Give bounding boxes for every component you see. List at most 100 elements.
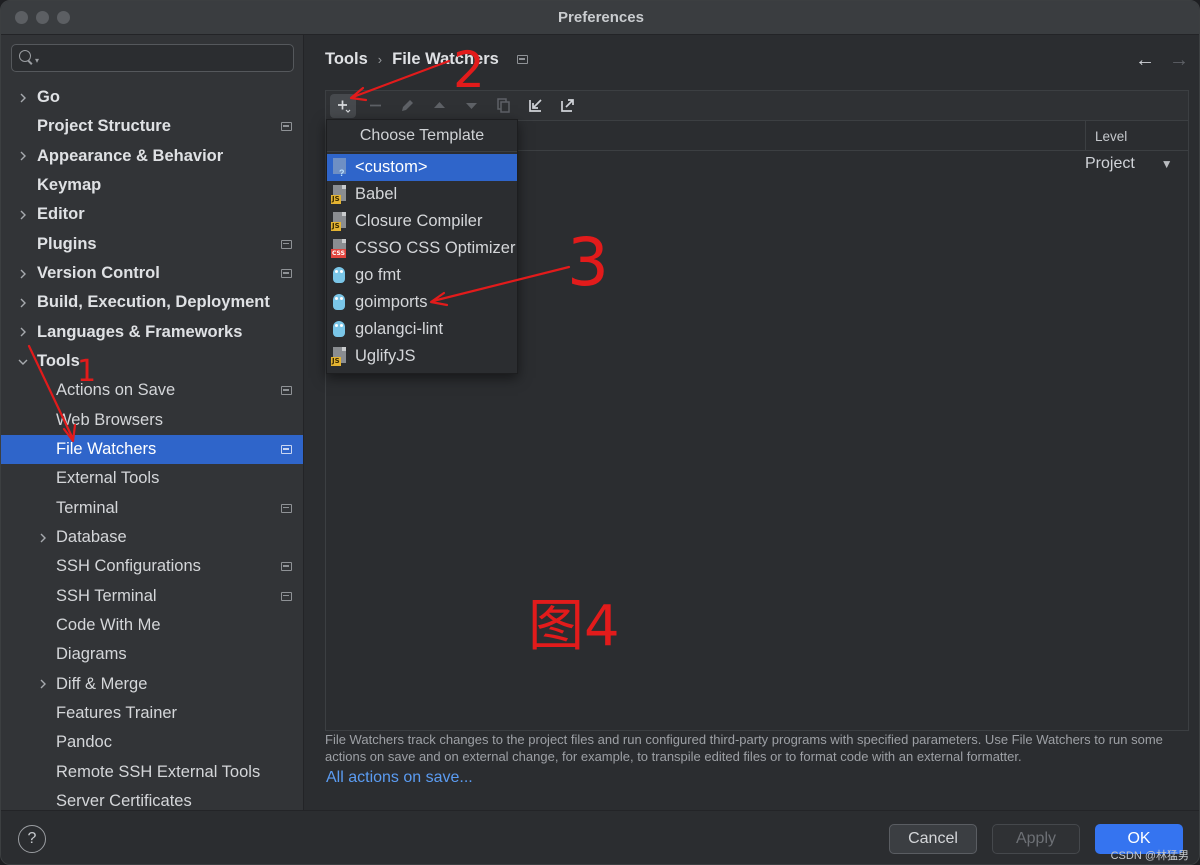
sidebar-item-label: Build, Execution, Deployment bbox=[37, 293, 270, 312]
template-item-label: go fmt bbox=[355, 266, 401, 284]
sidebar-item-label: Appearance & Behavior bbox=[37, 146, 224, 165]
template-item-label: CSSO CSS Optimizer bbox=[355, 239, 516, 257]
pencil-icon bbox=[401, 100, 413, 111]
settings-search-input[interactable] bbox=[43, 47, 293, 69]
template-item[interactable]: JS UglifyJS bbox=[327, 343, 517, 370]
copy-watcher-button[interactable] bbox=[490, 94, 516, 118]
template-item[interactable]: goimports bbox=[327, 289, 517, 316]
sidebar-item-database[interactable]: Database bbox=[1, 523, 303, 552]
sidebar-item-tools[interactable]: Tools bbox=[1, 347, 303, 376]
gopher-icon bbox=[331, 293, 348, 312]
cancel-button[interactable]: Cancel bbox=[889, 824, 977, 854]
sidebar-item-label: Web Browsers bbox=[56, 410, 163, 429]
zoom-window-button[interactable] bbox=[57, 11, 70, 24]
breadcrumb-separator-icon: › bbox=[377, 52, 383, 67]
search-history-caret-icon[interactable]: ▾ bbox=[35, 56, 39, 65]
arrow-up-icon bbox=[433, 102, 445, 108]
custom-file-icon: ? bbox=[331, 158, 348, 178]
level-cell[interactable]: Project ▼ bbox=[1085, 155, 1173, 173]
settings-sidebar: ▾ Go Project Structure Appearance & Behavi… bbox=[1, 35, 304, 810]
breadcrumb-current: File Watchers bbox=[392, 50, 499, 68]
sidebar-item-keymap[interactable]: Keymap bbox=[1, 171, 303, 200]
popup-title: Choose Template bbox=[327, 120, 517, 152]
template-item[interactable]: go fmt bbox=[327, 262, 517, 289]
chevron-right-icon[interactable] bbox=[16, 267, 30, 281]
sidebar-item-code-with-me[interactable]: Code With Me bbox=[1, 611, 303, 640]
sidebar-item-label: Pandoc bbox=[56, 733, 112, 752]
template-item[interactable]: JS Closure Compiler bbox=[327, 208, 517, 235]
sidebar-item-diff-merge[interactable]: Diff & Merge bbox=[1, 670, 303, 699]
all-actions-on-save-link[interactable]: All actions on save... bbox=[326, 769, 473, 787]
sidebar-item-build-execution-deployment[interactable]: Build, Execution, Deployment bbox=[1, 288, 303, 317]
move-down-button[interactable] bbox=[458, 94, 484, 118]
chevron-right-icon[interactable] bbox=[36, 531, 50, 545]
move-up-button[interactable] bbox=[426, 94, 452, 118]
project-level-icon bbox=[281, 122, 292, 132]
chevron-right-icon[interactable] bbox=[16, 296, 30, 310]
sidebar-item-server-certificates[interactable]: Server Certificates bbox=[1, 787, 303, 810]
sidebar-item-features-trainer[interactable]: Features Trainer bbox=[1, 699, 303, 728]
sidebar-item-external-tools[interactable]: External Tools bbox=[1, 464, 303, 493]
copy-icon bbox=[496, 98, 510, 113]
sidebar-item-languages-frameworks[interactable]: Languages & Frameworks bbox=[1, 318, 303, 347]
template-item[interactable]: CSS CSSO CSS Optimizer bbox=[327, 235, 517, 262]
sidebar-item-pandoc[interactable]: Pandoc bbox=[1, 728, 303, 757]
sidebar-item-terminal[interactable]: Terminal bbox=[1, 494, 303, 523]
level-column-header[interactable]: Level bbox=[1085, 121, 1188, 151]
template-item-label: Babel bbox=[355, 185, 398, 203]
sidebar-item-ssh-configurations[interactable]: SSH Configurations bbox=[1, 552, 303, 581]
template-item[interactable]: golangci-lint bbox=[327, 316, 517, 343]
gopher-icon bbox=[331, 320, 348, 339]
level-dropdown-arrow-icon[interactable]: ▼ bbox=[1161, 157, 1173, 171]
js-file-icon: JS bbox=[331, 212, 348, 231]
sidebar-item-appearance-behavior[interactable]: Appearance & Behavior bbox=[1, 142, 303, 171]
template-item[interactable]: JS Babel bbox=[327, 181, 517, 208]
breadcrumb-parent[interactable]: Tools bbox=[325, 50, 368, 69]
sidebar-item-remote-ssh-external-tools[interactable]: Remote SSH External Tools bbox=[1, 758, 303, 787]
sidebar-item-file-watchers[interactable]: File Watchers bbox=[1, 434, 303, 465]
import-button[interactable] bbox=[522, 94, 548, 118]
edit-watcher-button[interactable] bbox=[394, 94, 420, 118]
project-level-icon bbox=[281, 269, 292, 279]
sidebar-item-web-browsers[interactable]: Web Browsers bbox=[1, 406, 303, 435]
project-level-icon bbox=[281, 503, 292, 513]
sidebar-item-plugins[interactable]: Plugins bbox=[1, 230, 303, 259]
project-level-icon bbox=[281, 591, 292, 601]
sidebar-item-label: Keymap bbox=[37, 176, 102, 195]
file-watchers-description: File Watchers track changes to the proje… bbox=[325, 732, 1163, 764]
sidebar-item-label: External Tools bbox=[56, 469, 160, 488]
sidebar-item-label: Remote SSH External Tools bbox=[56, 762, 261, 781]
sidebar-item-go[interactable]: Go bbox=[1, 83, 303, 112]
sidebar-item-label: Diagrams bbox=[56, 645, 127, 664]
template-item[interactable]: ? <custom> bbox=[327, 154, 517, 181]
sidebar-item-diagrams[interactable]: Diagrams bbox=[1, 640, 303, 669]
add-watcher-button[interactable] bbox=[330, 93, 356, 118]
chevron-down-icon[interactable] bbox=[16, 355, 30, 369]
sidebar-item-label: Tools bbox=[37, 352, 80, 371]
forward-arrow-icon[interactable]: → bbox=[1169, 49, 1189, 72]
close-window-button[interactable] bbox=[15, 11, 28, 24]
remove-watcher-button[interactable] bbox=[362, 94, 388, 118]
minimize-window-button[interactable] bbox=[36, 11, 49, 24]
export-button[interactable] bbox=[554, 94, 580, 118]
arrow-down-icon bbox=[465, 103, 477, 109]
sidebar-item-label: File Watchers bbox=[56, 440, 157, 459]
sidebar-item-project-structure[interactable]: Project Structure bbox=[1, 112, 303, 141]
chevron-right-icon[interactable] bbox=[16, 325, 30, 339]
chevron-right-icon[interactable] bbox=[16, 208, 30, 222]
sidebar-item-editor[interactable]: Editor bbox=[1, 200, 303, 229]
dialog-footer: ? Cancel Apply OK CSDN @林猛男 bbox=[1, 810, 1199, 864]
settings-search-box[interactable]: ▾ bbox=[11, 44, 294, 72]
apply-button[interactable]: Apply bbox=[992, 824, 1080, 854]
chevron-right-icon[interactable] bbox=[36, 677, 50, 691]
title-bar: Preferences bbox=[1, 1, 1199, 35]
sidebar-item-version-control[interactable]: Version Control bbox=[1, 259, 303, 288]
chevron-right-icon[interactable] bbox=[16, 149, 30, 163]
chevron-right-icon[interactable] bbox=[16, 91, 30, 105]
sidebar-item-actions-on-save[interactable]: Actions on Save bbox=[1, 376, 303, 405]
sidebar-item-ssh-terminal[interactable]: SSH Terminal bbox=[1, 582, 303, 611]
sidebar-item-label: Plugins bbox=[37, 234, 97, 253]
help-button[interactable]: ? bbox=[18, 825, 46, 853]
back-arrow-icon[interactable]: ← bbox=[1135, 49, 1155, 72]
template-item-label: <custom> bbox=[355, 158, 428, 176]
